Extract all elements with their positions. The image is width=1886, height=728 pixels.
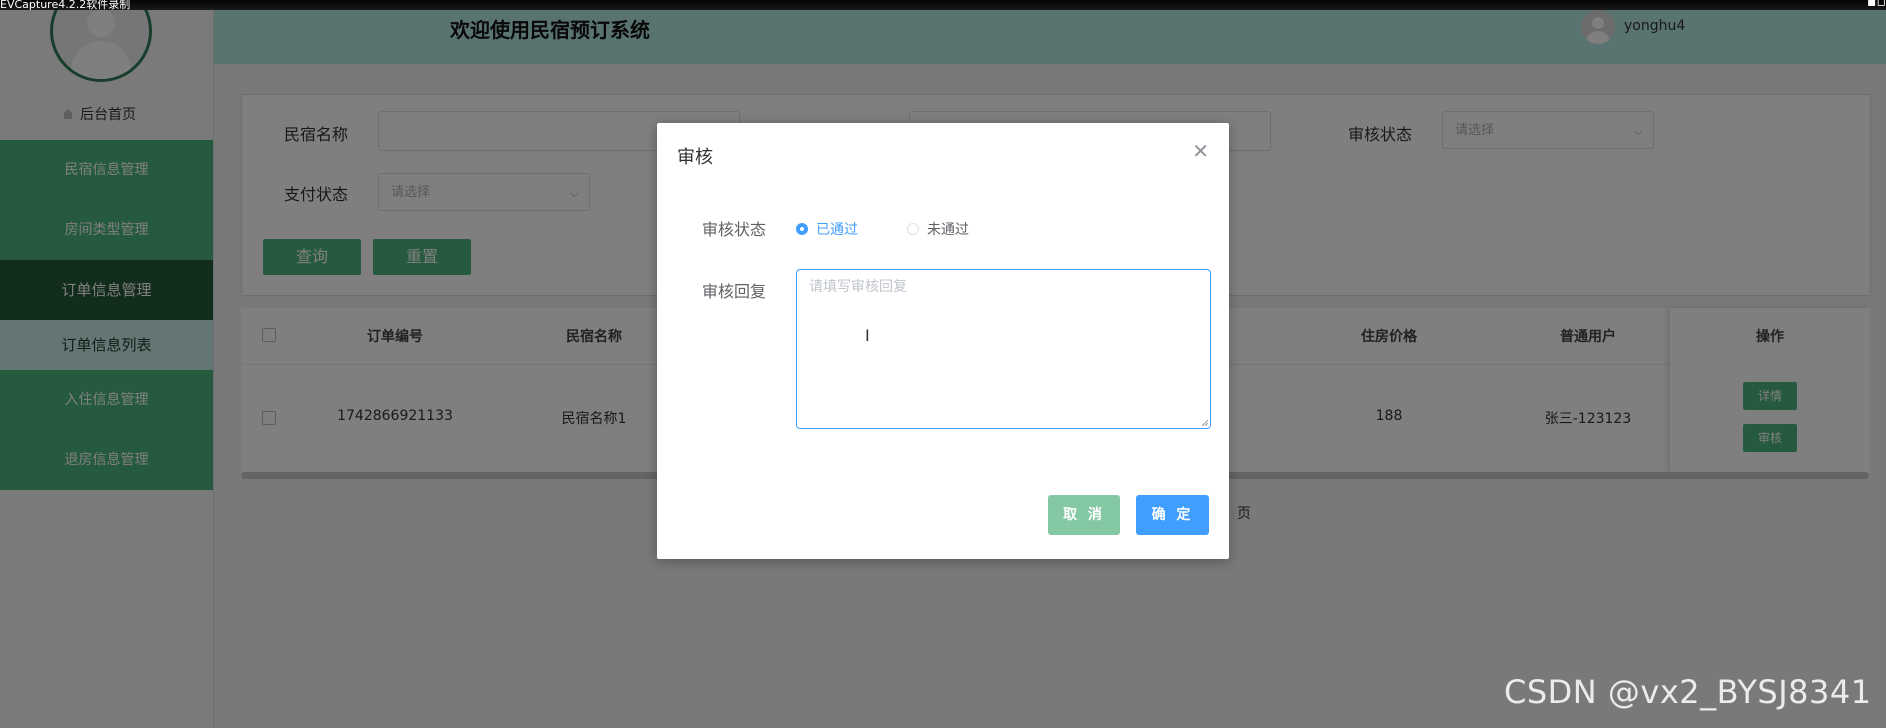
close-icon[interactable]: ✕ — [1192, 139, 1209, 163]
confirm-button[interactable]: 确 定 — [1136, 495, 1209, 535]
radio-approved-label: 已通过 — [816, 222, 858, 238]
resize-handle-icon[interactable] — [1200, 418, 1208, 426]
radio-approved[interactable]: 已通过 — [796, 219, 858, 239]
audit-dialog: 审核 ✕ 审核状态 已通过 未通过 审核回复 请填写审核回复 I 取 消 确 定 — [657, 123, 1229, 559]
radio-rejected-label: 未通过 — [927, 222, 969, 238]
capture-title: EVCapture4.2.2软件录制 — [0, 0, 131, 11]
audit-reply-field-label: 审核回复 — [702, 282, 767, 301]
audit-reply-textarea[interactable]: 请填写审核回复 — [796, 269, 1211, 429]
text-cursor-icon: I — [865, 326, 870, 345]
audit-reply-placeholder: 请填写审核回复 — [809, 279, 907, 295]
audit-status-field-label: 审核状态 — [702, 220, 767, 239]
window-control-icon[interactable]: ▪▫ — [1867, 0, 1886, 10]
radio-rejected[interactable]: 未通过 — [907, 219, 969, 239]
cancel-button[interactable]: 取 消 — [1048, 495, 1120, 535]
dialog-title: 审核 — [677, 147, 713, 168]
radio-unchecked-icon — [907, 223, 919, 235]
watermark: CSDN @vx2_BYSJ8341 — [1504, 673, 1872, 711]
radio-checked-icon — [796, 223, 808, 235]
